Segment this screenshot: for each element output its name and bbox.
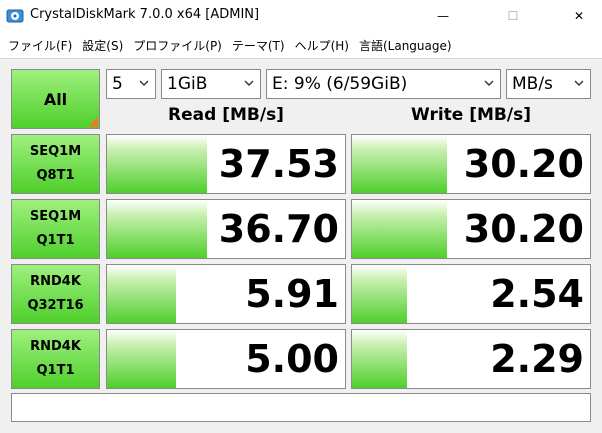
read-bar <box>107 135 207 193</box>
minimize-button[interactable]: — <box>420 0 466 32</box>
crystaldiskmark-icon <box>6 9 24 23</box>
test-button-seq1m-q8t1[interactable]: SEQ1M Q8T1 <box>11 134 100 194</box>
test-button-rnd4k-q1t1[interactable]: RND4K Q1T1 <box>11 329 100 389</box>
write-result-rnd4k-q32t16: 2.54 <box>351 264 591 324</box>
write-bar <box>352 330 407 388</box>
write-value: 2.29 <box>490 337 584 381</box>
test-count-select[interactable]: 5 <box>106 69 156 99</box>
read-value: 36.70 <box>218 207 339 251</box>
test-button-rnd4k-q32t16[interactable]: RND4K Q32T16 <box>11 264 100 324</box>
test-params: Q1T1 <box>36 233 75 248</box>
menu-file[interactable]: ファイル(F) <box>3 37 77 54</box>
all-button[interactable]: All <box>11 69 100 129</box>
maximize-button[interactable]: ☐ <box>490 0 536 32</box>
read-value: 5.91 <box>245 272 339 316</box>
drive-select[interactable]: E: 9% (6/59GiB) <box>266 69 501 99</box>
write-result-seq1m-q8t1: 30.20 <box>351 134 591 194</box>
menu-bar: ファイル(F) 設定(S) プロファイル(P) テーマ(T) ヘルプ(H) 言語… <box>0 32 602 58</box>
test-name: RND4K <box>30 274 81 289</box>
chevron-down-icon <box>244 80 254 86</box>
read-result-seq1m-q1t1: 36.70 <box>106 199 346 259</box>
test-name: SEQ1M <box>29 144 82 159</box>
window-title: CrystalDiskMark 7.0.0 x64 [ADMIN] <box>30 7 260 22</box>
comment-field[interactable] <box>11 393 591 422</box>
unit-value: MB/s <box>512 74 553 94</box>
all-button-label: All <box>43 89 68 109</box>
read-value: 5.00 <box>245 337 339 381</box>
test-count-value: 5 <box>112 74 123 94</box>
read-result-seq1m-q8t1: 37.53 <box>106 134 346 194</box>
write-value: 30.20 <box>463 142 584 186</box>
write-column-header: Write [MB/s] <box>411 105 531 125</box>
write-value: 30.20 <box>463 207 584 251</box>
write-bar <box>352 135 448 193</box>
test-name: SEQ1M <box>29 209 82 224</box>
corner-marker <box>88 117 98 127</box>
write-value: 2.54 <box>490 272 584 316</box>
read-bar <box>107 265 177 323</box>
write-result-seq1m-q1t1: 30.20 <box>351 199 591 259</box>
title-bar: CrystalDiskMark 7.0.0 x64 [ADMIN] — ☐ ✕ <box>0 0 602 32</box>
read-bar <box>107 200 207 258</box>
menu-language[interactable]: 言語(Language) <box>354 37 457 54</box>
menu-theme[interactable]: テーマ(T) <box>227 37 290 54</box>
read-column-header: Read [MB/s] <box>168 105 284 125</box>
test-size-value: 1GiB <box>167 74 208 94</box>
read-bar <box>107 330 177 388</box>
drive-value: E: 9% (6/59GiB) <box>272 74 408 94</box>
chevron-down-icon <box>574 80 584 86</box>
menu-help[interactable]: ヘルプ(H) <box>290 37 354 54</box>
chevron-down-icon <box>139 80 149 86</box>
test-params: Q1T1 <box>36 363 75 378</box>
test-name: RND4K <box>30 339 81 354</box>
test-params: Q8T1 <box>36 168 75 183</box>
write-result-rnd4k-q1t1: 2.29 <box>351 329 591 389</box>
menu-profile[interactable]: プロファイル(P) <box>128 37 227 54</box>
write-bar <box>352 200 448 258</box>
unit-select[interactable]: MB/s <box>506 69 591 99</box>
read-value: 37.53 <box>218 142 339 186</box>
close-button[interactable]: ✕ <box>556 0 602 32</box>
test-button-seq1m-q1t1[interactable]: SEQ1M Q1T1 <box>11 199 100 259</box>
read-result-rnd4k-q32t16: 5.91 <box>106 264 346 324</box>
test-params: Q32T16 <box>27 298 84 313</box>
menu-settings[interactable]: 設定(S) <box>77 37 128 54</box>
benchmark-panel: All 5 1GiB E: 9% (6/59GiB) MB/s Read [MB… <box>0 58 602 433</box>
write-bar <box>352 265 407 323</box>
read-result-rnd4k-q1t1: 5.00 <box>106 329 346 389</box>
chevron-down-icon <box>484 80 494 86</box>
test-size-select[interactable]: 1GiB <box>161 69 261 99</box>
